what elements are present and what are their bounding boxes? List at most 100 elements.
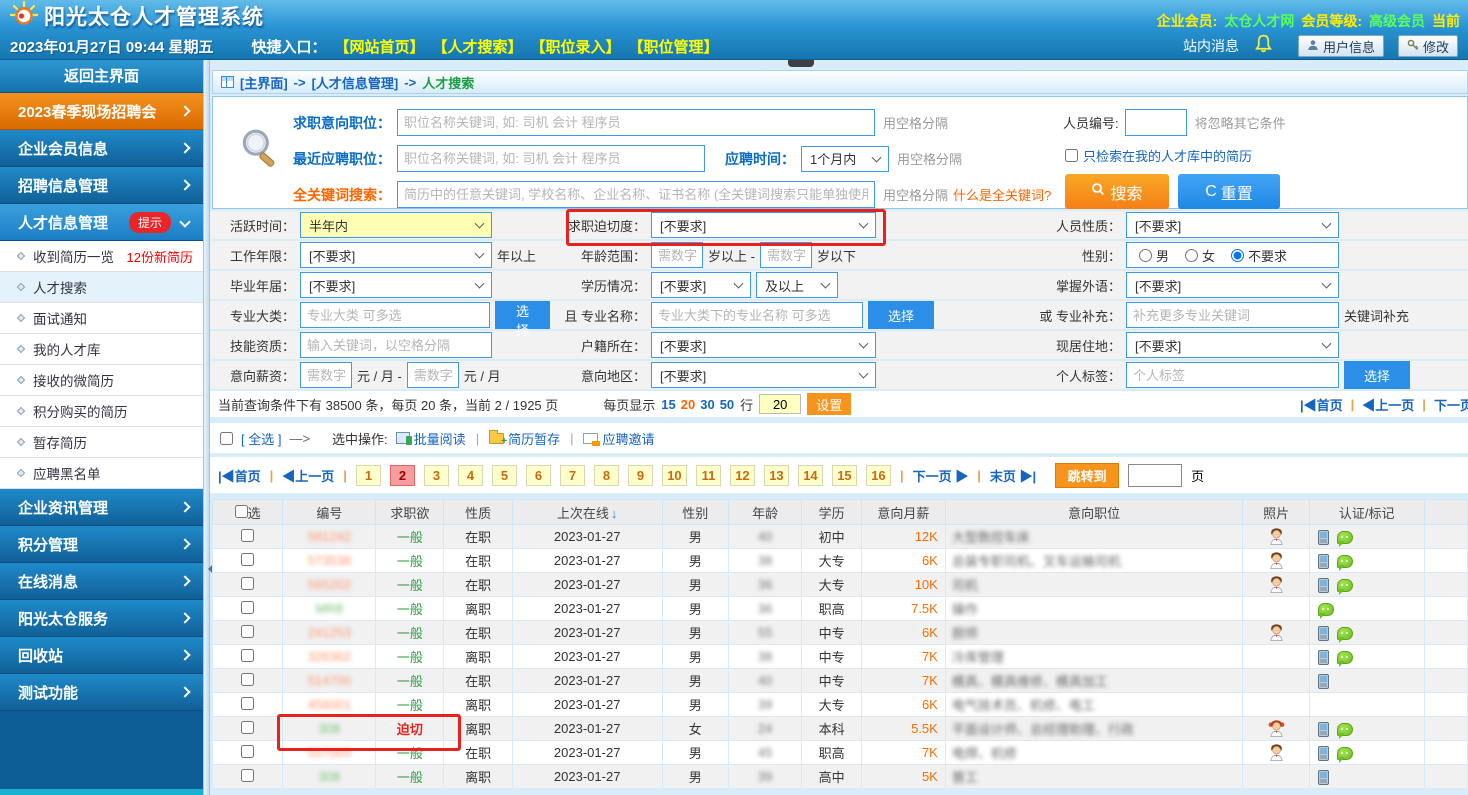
sidebar-submenu-saved-resumes[interactable]: 暂存简历 [0, 427, 203, 458]
jump-page-input[interactable] [1128, 464, 1182, 487]
candidate-avatar[interactable] [1268, 581, 1285, 596]
user-info-button[interactable]: 用户信息 [1298, 35, 1384, 57]
sidebar-menu-points-mgmt[interactable]: 积分管理 [0, 526, 203, 563]
filter-major-extra-input[interactable] [1126, 302, 1339, 328]
phone-verified-icon[interactable] [1318, 530, 1329, 545]
sidebar-menu-recruit-info-mgmt[interactable]: 招聘信息管理 [0, 167, 203, 204]
quick-link[interactable]: 【职位录入】 [531, 36, 621, 57]
wechat-icon[interactable] [1337, 627, 1353, 640]
row-checkbox[interactable] [241, 553, 254, 566]
row-checkbox[interactable] [241, 745, 254, 758]
filter-major-name-choose-button[interactable]: 选择 [868, 301, 934, 329]
phone-verified-icon[interactable] [1318, 578, 1329, 593]
candidate-avatar[interactable] [1268, 629, 1285, 644]
page-size-apply-button[interactable]: 设置 [807, 393, 851, 415]
candidate-id-cell[interactable]: 326362 [283, 645, 376, 669]
filter-personal-tag-choose-button[interactable]: 选择 [1344, 361, 1410, 389]
resume-save-link[interactable]: 简历暂存 [489, 429, 560, 448]
only-my-pool-checkbox[interactable] [1065, 149, 1078, 162]
filter-personal-tag-input[interactable] [1126, 362, 1339, 388]
sidebar-menu-sunshine-taicang-service[interactable]: 阳光太仓服务 [0, 600, 203, 637]
sidebar-menu-company-news-mgmt[interactable]: 企业资讯管理 [0, 489, 203, 526]
candidate-id-cell[interactable]: 514700 [283, 669, 376, 693]
filter-work-years-select[interactable]: [不要求] [300, 242, 492, 268]
filter-age-range-min-input[interactable] [651, 242, 703, 268]
phone-verified-icon[interactable] [1318, 770, 1329, 785]
page-button-14[interactable]: 14 [798, 465, 823, 486]
apply-time-select[interactable]: 1个月内 [801, 146, 889, 172]
candidate-avatar[interactable] [1268, 533, 1285, 548]
sidebar-submenu-points-purchased-resumes[interactable]: 积分购买的简历 [0, 396, 203, 427]
phone-verified-icon[interactable] [1318, 650, 1329, 665]
candidate-id-cell[interactable]: 241253 [283, 621, 376, 645]
phone-verified-icon[interactable] [1318, 674, 1329, 689]
filter-salary-range-min-input[interactable] [300, 362, 352, 388]
phone-verified-icon[interactable] [1318, 626, 1329, 641]
candidate-id-cell[interactable]: 565202 [283, 573, 376, 597]
candidate-id-cell[interactable]: 308 [283, 765, 376, 789]
filter-household-location-select[interactable]: [不要求] [651, 332, 876, 358]
wechat-icon[interactable] [1337, 531, 1353, 544]
gender-radio[interactable] [1185, 249, 1198, 262]
filter-salary-range-max-input[interactable] [407, 362, 459, 388]
gender-option[interactable]: 不要求 [1231, 246, 1287, 265]
filter-education-level-select[interactable]: 及以上 [756, 272, 838, 298]
reset-button[interactable]: C 重置 [1178, 174, 1280, 209]
jump-to-page-button[interactable]: 跳转到 [1055, 463, 1119, 488]
recent-applied-input[interactable] [397, 145, 705, 172]
wechat-icon[interactable] [1337, 579, 1353, 592]
sort-desc-icon[interactable]: ↓ [611, 506, 618, 521]
page-size-option-50[interactable]: 50 [720, 397, 734, 412]
filter-foreign-language-select[interactable]: [不要求] [1126, 272, 1339, 298]
sidebar-submenu-talent-search[interactable]: 人才搜索 [0, 272, 203, 303]
filter-graduation-year-select[interactable]: [不要求] [300, 272, 492, 298]
candidate-avatar[interactable] [1268, 749, 1285, 764]
select-all-label[interactable]: [ 全选 ] [241, 429, 281, 448]
filter-education-select[interactable]: [不要求] [651, 272, 751, 298]
row-checkbox[interactable] [241, 649, 254, 662]
filter-major-category-input[interactable] [300, 302, 490, 328]
page-button-10[interactable]: 10 [662, 465, 687, 486]
mini-next-page-link[interactable]: 下一页 [1434, 395, 1468, 414]
sidebar-submenu-received-resumes[interactable]: 收到简历一览12份新简历 [0, 241, 203, 272]
filter-intended-region-select[interactable]: [不要求] [651, 362, 876, 388]
sidebar-submenu-received-micro-resumes[interactable]: 接收的微简历 [0, 365, 203, 396]
wechat-icon[interactable] [1337, 651, 1353, 664]
quick-link[interactable]: 【网站首页】 [334, 36, 424, 57]
page-button-9[interactable]: 9 [628, 465, 653, 486]
filter-major-category-choose-button[interactable]: 选择 [495, 301, 550, 329]
mini-first-page-link[interactable]: |◀首页 [1300, 395, 1343, 414]
search-button[interactable]: 搜索 [1065, 174, 1169, 209]
sidebar-menu-2023-spring-job-fair[interactable]: 2023春季现场招聘会 [0, 93, 203, 130]
candidate-avatar[interactable] [1268, 725, 1285, 740]
only-my-pool-label[interactable]: 只检索在我的人才库中的简历 [1083, 146, 1252, 165]
bell-icon[interactable] [1253, 33, 1274, 59]
first-page-link[interactable]: |◀首页 [218, 466, 261, 485]
candidate-id-cell[interactable]: 456001 [283, 693, 376, 717]
intent-position-input[interactable] [397, 109, 875, 136]
prev-page-link[interactable]: ◀上一页 [282, 466, 334, 485]
apply-invite-link[interactable]: 应聘邀请 [583, 429, 654, 448]
row-checkbox[interactable] [241, 673, 254, 686]
collapse-handle[interactable] [788, 60, 814, 67]
page-size-option-15[interactable]: 15 [661, 397, 675, 412]
filter-skills-input[interactable] [300, 332, 492, 358]
gender-radio[interactable] [1139, 249, 1152, 262]
page-button-15[interactable]: 15 [832, 465, 857, 486]
filter-job-urgency-select[interactable]: [不要求] [651, 212, 876, 238]
gender-radio[interactable] [1231, 249, 1244, 262]
page-button-12[interactable]: 12 [730, 465, 755, 486]
page-button-7[interactable]: 7 [560, 465, 585, 486]
candidate-avatar[interactable] [1268, 557, 1285, 572]
gender-option[interactable]: 男 [1139, 246, 1169, 265]
filter-person-type-select[interactable]: [不要求] [1126, 212, 1339, 238]
row-checkbox[interactable] [241, 721, 254, 734]
person-id-input[interactable] [1125, 109, 1187, 136]
page-button-11[interactable]: 11 [696, 465, 721, 486]
modify-password-button[interactable]: 修改 [1398, 35, 1458, 57]
filter-current-residence-select[interactable]: [不要求] [1126, 332, 1339, 358]
page-size-option-30[interactable]: 30 [700, 397, 714, 412]
page-button-5[interactable]: 5 [492, 465, 517, 486]
gender-option[interactable]: 女 [1185, 246, 1215, 265]
phone-verified-icon[interactable] [1318, 722, 1329, 737]
